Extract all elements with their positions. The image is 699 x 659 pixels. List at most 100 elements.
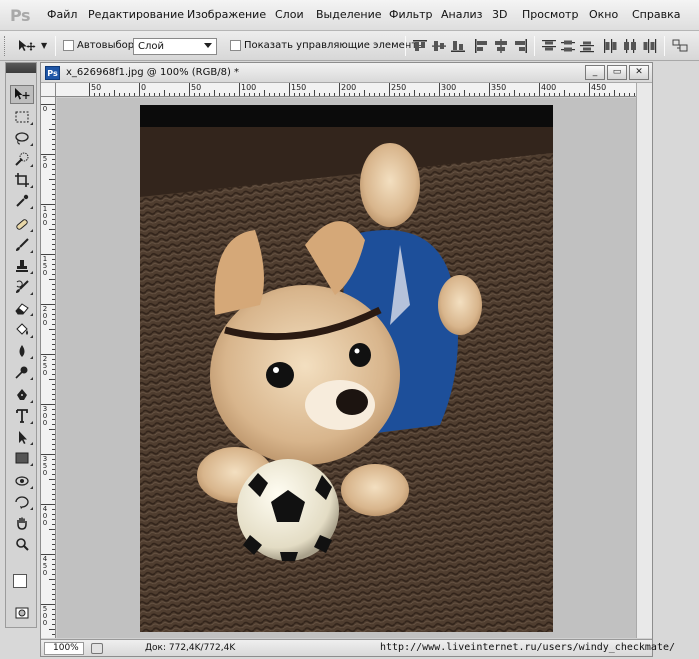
menu-window[interactable]: Окно	[589, 8, 618, 21]
ruler-minor-tick	[149, 93, 150, 96]
ruler-minor-tick	[52, 389, 55, 390]
menu-help[interactable]: Справка	[632, 8, 680, 21]
ruler-minor-tick	[52, 409, 55, 410]
zoom-level-field[interactable]: 100%	[44, 642, 84, 655]
menu-filter[interactable]: Фильтр	[389, 8, 433, 21]
tools-panel-header[interactable]	[6, 63, 36, 73]
autoselect-dropdown[interactable]: Слой	[133, 38, 217, 55]
ruler-minor-tick	[159, 93, 160, 96]
ruler-minor-tick	[52, 399, 55, 400]
restore-button[interactable]: ▭	[607, 65, 627, 80]
canvas-area[interactable]	[57, 98, 636, 638]
distribute-hcenter-icon[interactable]	[622, 39, 638, 53]
dodge-icon[interactable]	[10, 362, 34, 381]
menu-layers[interactable]: Слои	[275, 8, 304, 21]
ruler-minor-tick	[52, 619, 55, 620]
align-vcenter-icon[interactable]	[431, 39, 447, 53]
eraser-icon[interactable]	[10, 298, 34, 317]
ruler-minor-tick	[52, 489, 55, 490]
move-icon[interactable]	[10, 85, 34, 104]
ruler-minor-tick	[254, 93, 255, 96]
distribute-top-icon[interactable]	[541, 39, 557, 53]
align-left-icon[interactable]	[474, 39, 490, 53]
ruler-origin[interactable]	[41, 83, 56, 97]
align-bottom-icon[interactable]	[450, 39, 466, 53]
ruler-major-tick	[589, 83, 590, 96]
menu-view[interactable]: Просмотр	[522, 8, 578, 21]
distribute-vcenter-icon[interactable]	[560, 39, 576, 53]
close-button[interactable]: ✕	[629, 65, 649, 80]
distribute-left-icon[interactable]	[603, 39, 619, 53]
align-right-icon[interactable]	[512, 39, 528, 53]
brush-icon[interactable]	[10, 235, 34, 254]
status-info-icon[interactable]	[91, 643, 103, 654]
type-icon[interactable]	[10, 406, 34, 425]
history-brush-icon[interactable]	[10, 277, 34, 296]
chevron-down-icon[interactable]: ▼	[41, 41, 47, 50]
align-hcenter-icon[interactable]	[493, 39, 509, 53]
zoom-icon[interactable]	[10, 534, 34, 553]
options-bar-grip[interactable]	[4, 36, 7, 56]
ruler-minor-tick	[49, 629, 55, 630]
ruler-minor-tick	[52, 224, 55, 225]
menu-edit[interactable]: Редактирование	[88, 8, 184, 21]
ruler-minor-tick	[52, 414, 55, 415]
ruler-minor-tick	[319, 93, 320, 96]
menu-select[interactable]: Выделение	[316, 8, 382, 21]
path-select-icon[interactable]	[10, 427, 34, 446]
quick-mask-icon[interactable]	[10, 603, 34, 622]
blur-icon[interactable]	[10, 341, 34, 360]
stamp-icon[interactable]	[10, 256, 34, 275]
pen-icon[interactable]	[10, 385, 34, 404]
image-canvas[interactable]	[140, 105, 553, 632]
eyedropper-icon[interactable]	[10, 191, 34, 210]
photoshop-logo: Ps	[10, 6, 30, 25]
lasso-icon[interactable]	[10, 128, 34, 147]
auto-align-layers-icon[interactable]	[672, 39, 688, 53]
ruler-minor-tick	[599, 93, 600, 96]
ruler-minor-tick	[564, 90, 565, 96]
ruler-minor-tick	[52, 369, 55, 370]
ruler-minor-tick	[52, 284, 55, 285]
paint-bucket-icon[interactable]	[10, 320, 34, 339]
menu-file[interactable]: Файл	[47, 8, 77, 21]
3d-orbit-icon[interactable]	[10, 492, 34, 511]
quick-select-icon[interactable]	[10, 149, 34, 168]
distribute-bottom-icon[interactable]	[579, 39, 595, 53]
menu-analysis[interactable]: Анализ	[441, 8, 483, 21]
ruler-minor-tick	[52, 259, 55, 260]
ruler-minor-tick	[434, 93, 435, 96]
hand-icon[interactable]	[10, 513, 34, 532]
align-top-icon[interactable]	[412, 39, 428, 53]
shape-icon[interactable]	[10, 448, 34, 467]
vertical-ruler[interactable]: 0 50 100 150 200 250 300 350 400 450 500	[41, 97, 56, 638]
ruler-label: 250	[391, 83, 407, 92]
minimize-button[interactable]: _	[585, 65, 605, 80]
menu-3d[interactable]: 3D	[492, 8, 507, 21]
show-controls-checkbox[interactable]	[230, 40, 241, 51]
document-size-info[interactable]: Док: 772,4K/772,4K	[145, 643, 235, 653]
crop-icon[interactable]	[10, 170, 34, 189]
distribute-right-icon[interactable]	[641, 39, 657, 53]
document-tab[interactable]: Ps x_626968f1.jpg @ 100% (RGB/8) * _ ▭ ✕	[41, 63, 652, 83]
foreground-color-swatch[interactable]	[13, 574, 27, 588]
color-swatches[interactable]	[13, 574, 37, 598]
horizontal-ruler[interactable]: 50050100150200250300350400450500	[56, 83, 636, 97]
ruler-minor-tick	[294, 93, 295, 96]
ruler-minor-tick	[52, 459, 55, 460]
ruler-minor-tick	[244, 93, 245, 96]
ruler-minor-tick	[49, 279, 55, 280]
move-tool-preset-icon[interactable]	[17, 39, 37, 57]
ruler-minor-tick	[119, 93, 120, 96]
marquee-icon[interactable]	[10, 107, 34, 126]
ruler-minor-tick	[94, 93, 95, 96]
autoselect-checkbox[interactable]	[63, 40, 74, 51]
menu-image[interactable]: Изображение	[187, 8, 266, 21]
vertical-scrollbar[interactable]	[636, 83, 652, 638]
ruler-label: 150	[42, 255, 48, 277]
ruler-minor-tick	[49, 479, 55, 480]
healing-brush-icon[interactable]	[10, 214, 34, 233]
ruler-minor-tick	[514, 90, 515, 96]
3d-rotate-icon[interactable]	[10, 471, 34, 490]
ruler-minor-tick	[279, 93, 280, 96]
